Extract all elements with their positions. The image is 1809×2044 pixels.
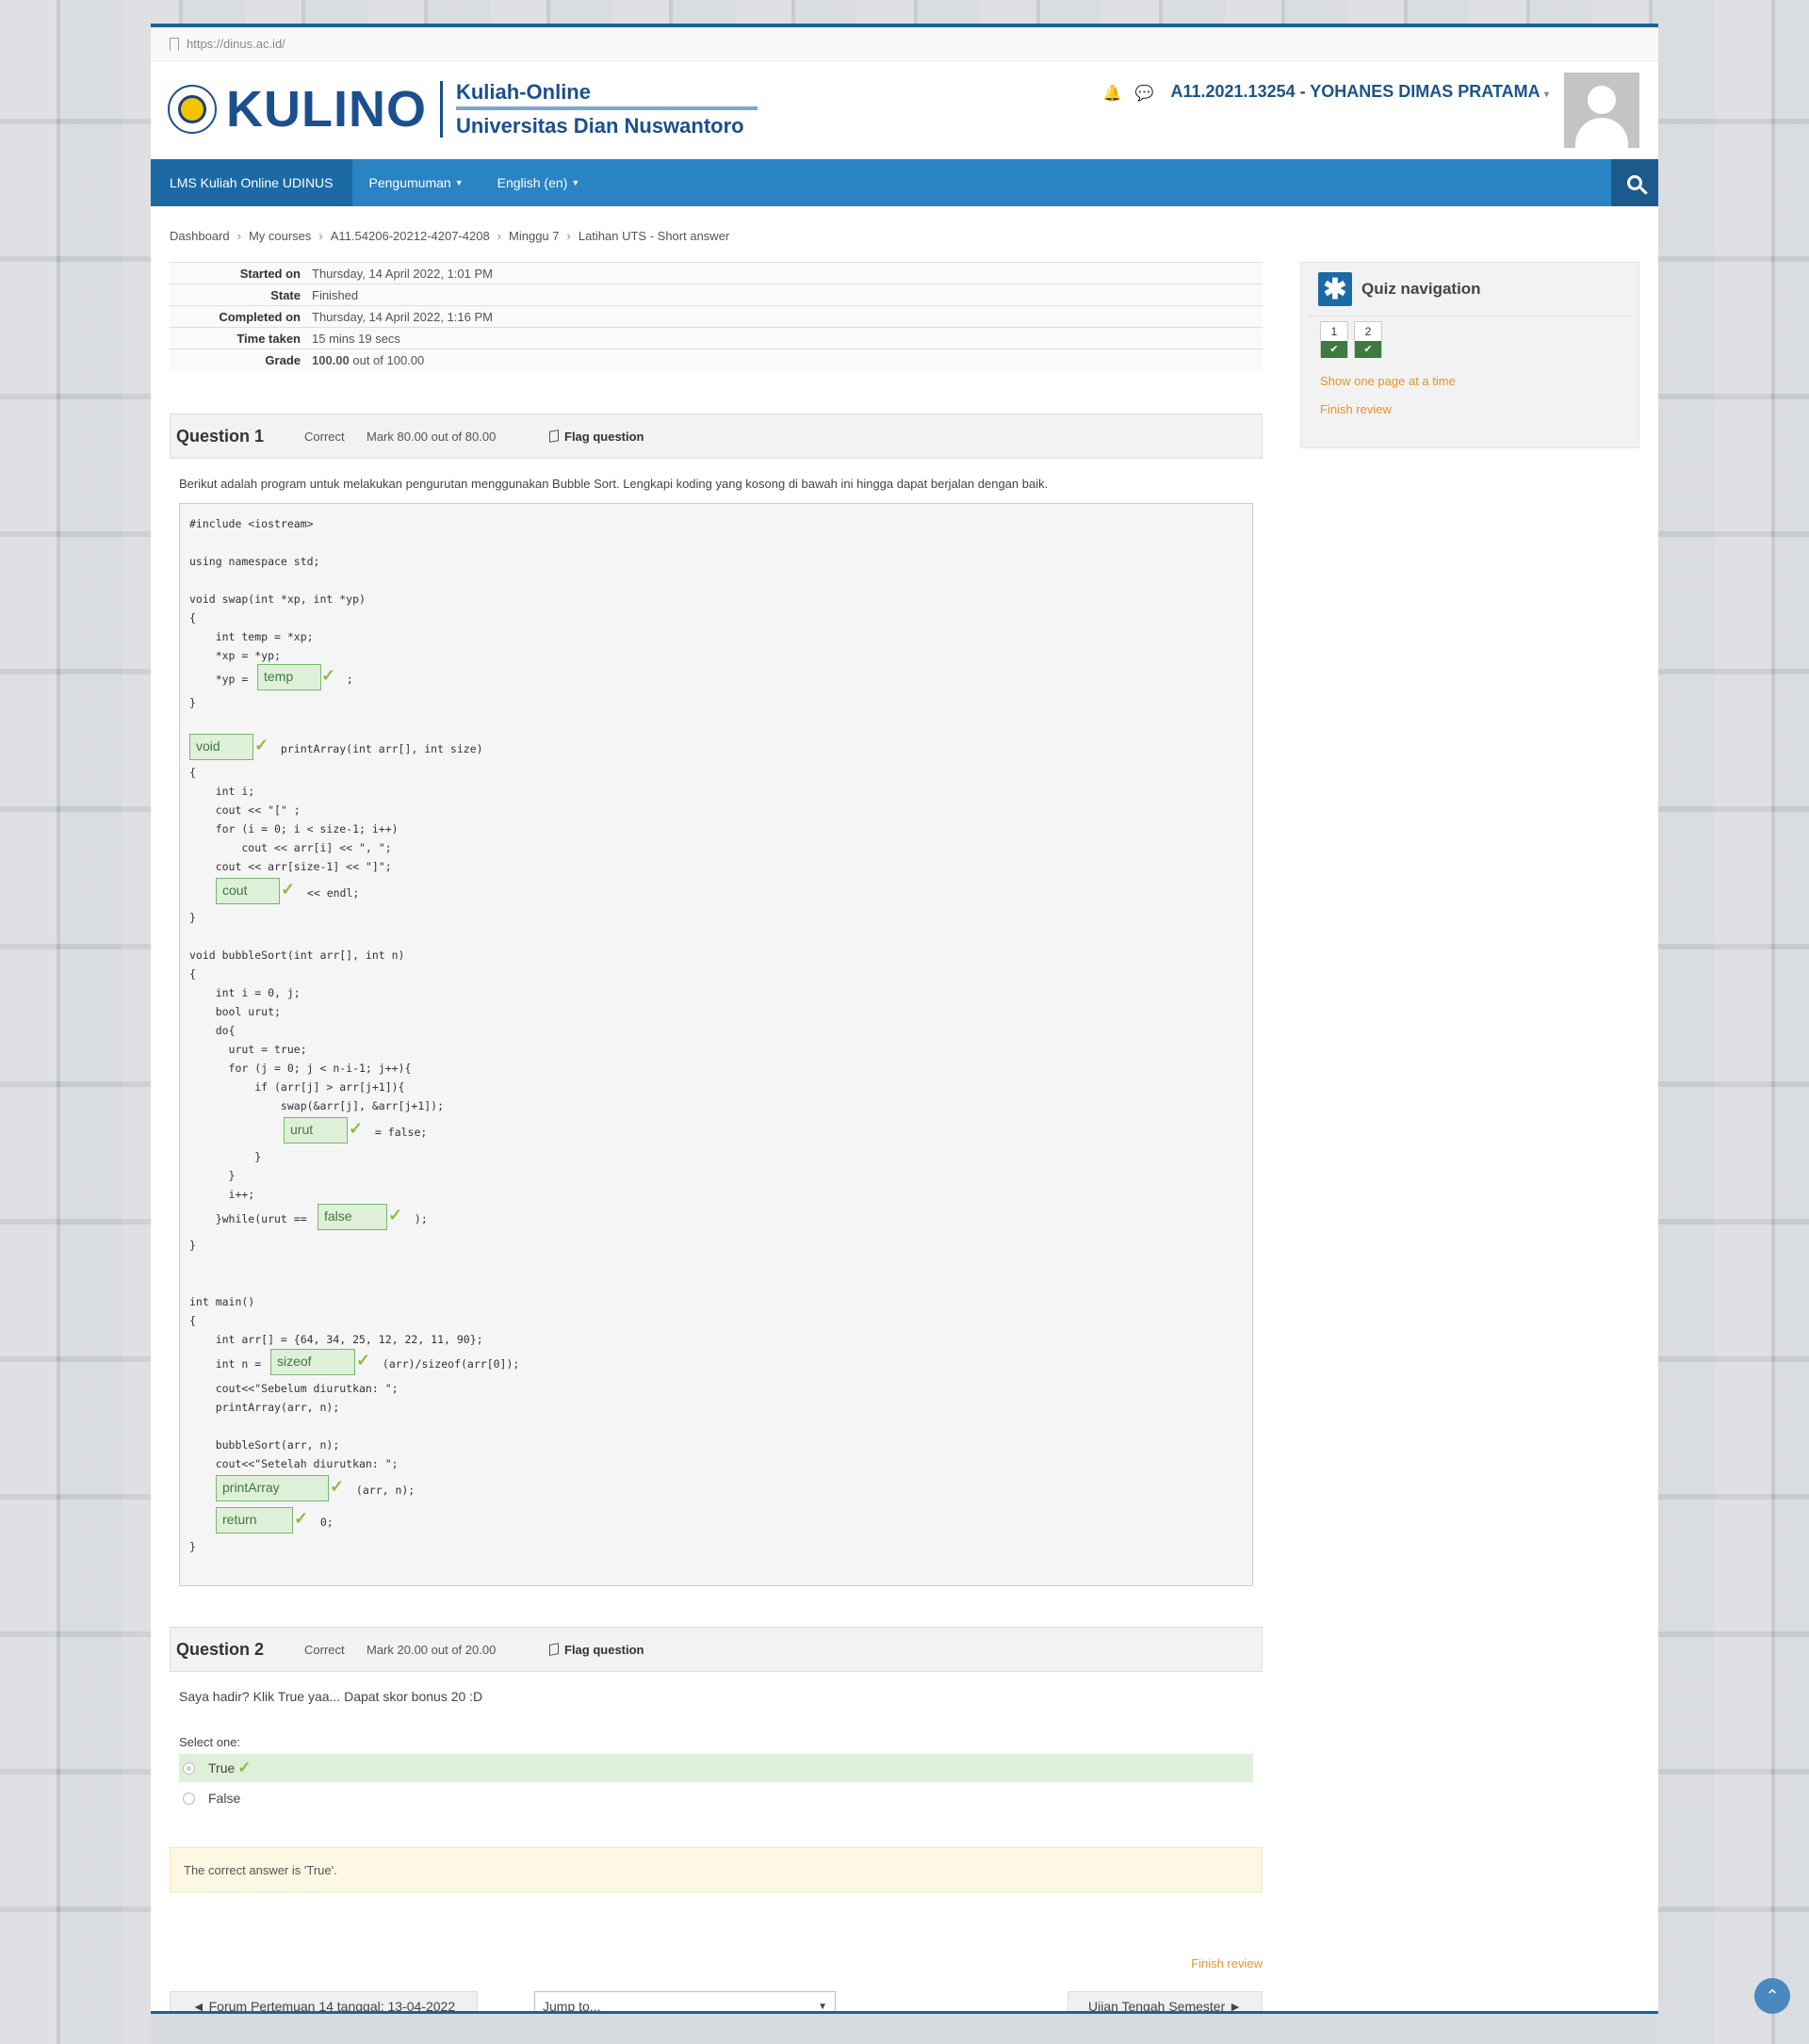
answer-field[interactable]: printArray [216, 1475, 329, 1501]
correct-tick-icon: ✓ [388, 1206, 403, 1225]
chevron-down-icon: ▼ [818, 2001, 827, 2012]
breadcrumb-item[interactable]: My courses [249, 229, 311, 243]
question-number: Question 1 [176, 426, 265, 446]
question-1-header: Question 1 Correct Mark 80.00 out of 80.… [170, 414, 1263, 459]
table-row: State Finished [170, 284, 1263, 306]
chevron-up-icon: ⌃ [1765, 1986, 1780, 2005]
table-row: Started on Thursday, 14 April 2022, 1:01 … [170, 262, 1263, 284]
finish-review-link[interactable]: Finish review [1191, 1956, 1263, 1971]
answer-field[interactable]: cout [216, 878, 280, 904]
correct-answer-feedback: The correct answer is 'True'. [170, 1847, 1263, 1892]
correct-tick-icon: ✓ [321, 666, 336, 685]
question-state: Correct [304, 429, 345, 444]
quiz-nav-title: Quiz navigation [1361, 280, 1481, 298]
breadcrumb-item[interactable]: Latihan UTS - Short answer [579, 229, 729, 243]
breadcrumb-item[interactable]: Minggu 7 [509, 229, 559, 243]
question-mark: Mark 20.00 out of 20.00 [367, 1642, 497, 1657]
flag-question-button[interactable]: Flag question [549, 430, 644, 444]
correct-tick-icon: ✓ [294, 1509, 309, 1528]
breadcrumb: Dashboard › My courses › A11.54206-20212-4… [170, 229, 730, 243]
correct-tick-icon: ✓ [237, 1759, 252, 1776]
select-one-label: Select one: [179, 1735, 241, 1749]
check-icon: ✔ [1321, 341, 1347, 358]
attempt-summary-table: Started on Thursday, 14 April 2022, 1:01 … [170, 262, 1263, 371]
quiz-nav-question-2[interactable]: 2 ✔ [1354, 321, 1382, 358]
question-state: Correct [304, 1642, 345, 1657]
answer-field[interactable]: return [216, 1507, 293, 1533]
asterisk-icon: ✱ [1318, 272, 1352, 306]
question-mark: Mark 80.00 out of 80.00 [367, 429, 497, 444]
show-one-page-link[interactable]: Show one page at a time [1320, 374, 1456, 388]
option-true[interactable]: True ✓ [179, 1754, 1253, 1782]
content: Dashboard › My courses › A11.54206-20212-4… [151, 24, 1658, 2044]
answer-field[interactable]: sizeof [270, 1349, 355, 1375]
answer-field[interactable]: false [318, 1204, 387, 1230]
option-false[interactable]: False [179, 1784, 1253, 1812]
question-number: Question 2 [176, 1639, 265, 1659]
footer-bar [151, 2011, 1658, 2044]
answer-field[interactable]: urut [284, 1117, 348, 1144]
flag-question-button[interactable]: Flag question [549, 1643, 644, 1657]
correct-tick-icon: ✓ [349, 1119, 364, 1138]
quiz-nav-question-1[interactable]: 1 ✔ [1320, 321, 1348, 358]
flag-icon [549, 430, 559, 443]
quiz-navigation-block: ✱ Quiz navigation 1 ✔ 2 ✔ Show one page at… [1300, 262, 1639, 448]
radio-button[interactable] [183, 1792, 195, 1805]
back-to-top-button[interactable]: ⌃ [1754, 1978, 1790, 2014]
table-row: Grade 100.00 out of 100.00 [170, 349, 1263, 371]
answer-field[interactable]: temp [257, 664, 321, 690]
correct-tick-icon: ✓ [254, 736, 269, 754]
question-1-text: Berikut adalah program untuk melakukan p… [179, 477, 1049, 491]
code-block: #include <iostream> using namespace std;… [179, 503, 1253, 1586]
breadcrumb-item[interactable]: A11.54206-20212-4207-4208 [331, 229, 490, 243]
finish-review-link[interactable]: Finish review [1320, 402, 1392, 416]
table-row: Time taken 15 mins 19 secs [170, 327, 1263, 349]
question-2-header: Question 2 Correct Mark 20.00 out of 20.… [170, 1627, 1263, 1672]
breadcrumb-item[interactable]: Dashboard [170, 229, 230, 243]
check-icon: ✔ [1355, 341, 1381, 358]
table-row: Completed on Thursday, 14 April 2022, 1:1… [170, 305, 1263, 328]
flag-icon [549, 1643, 559, 1656]
correct-tick-icon: ✓ [356, 1351, 371, 1370]
question-2-text: Saya hadir? Klik True yaa... Dapat skor … [179, 1689, 483, 1704]
answer-field[interactable]: void [189, 734, 253, 760]
radio-button[interactable] [183, 1761, 195, 1775]
correct-tick-icon: ✓ [281, 880, 296, 899]
correct-tick-icon: ✓ [330, 1477, 345, 1496]
